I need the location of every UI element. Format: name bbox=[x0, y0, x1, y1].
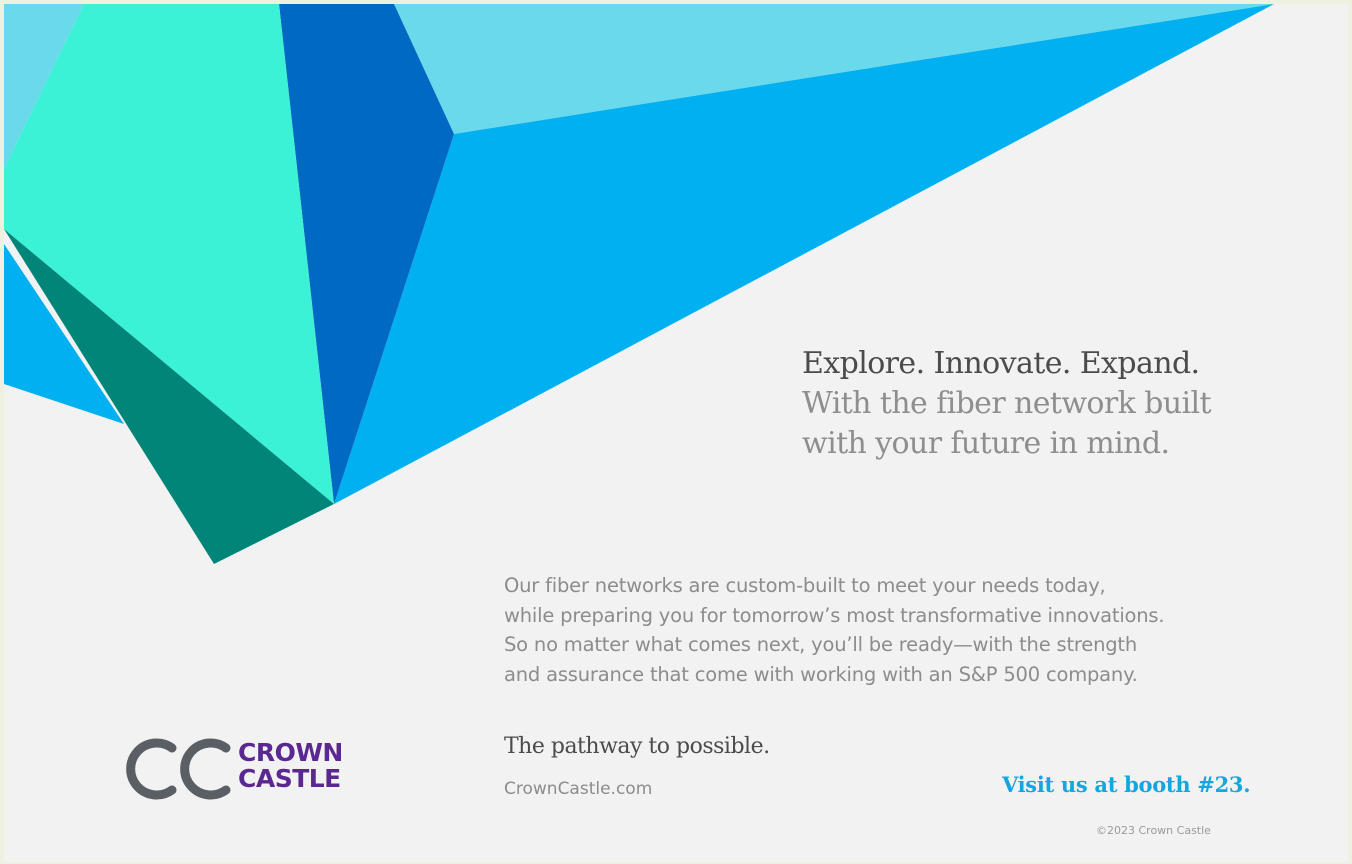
headline: Explore. Innovate. Expand. With the fibe… bbox=[802, 344, 1322, 464]
booth-callout: Visit us at booth #23. bbox=[1002, 772, 1251, 797]
tagline: The pathway to possible. bbox=[504, 734, 770, 759]
logo-wordmark: CROWN CASTLE bbox=[238, 740, 343, 792]
crown-castle-cc-mark-icon bbox=[126, 738, 231, 800]
body-copy-line: Our fiber networks are custom-built to m… bbox=[504, 574, 1106, 597]
body-copy-line: So no matter what comes next, you’ll be … bbox=[504, 633, 1138, 656]
advertisement: Explore. Innovate. Expand. With the fibe… bbox=[4, 4, 1348, 862]
body-copy: Our fiber networks are custom-built to m… bbox=[504, 571, 1304, 689]
logo-line-1: CROWN bbox=[238, 738, 343, 767]
crown-castle-logo: CROWN CASTLE bbox=[120, 734, 360, 804]
headline-line-1: Explore. Innovate. Expand. bbox=[802, 346, 1200, 381]
headline-line-2: With the fiber network built bbox=[802, 386, 1212, 421]
website-link[interactable]: CrownCastle.com bbox=[504, 779, 652, 799]
body-copy-line: and assurance that come with working wit… bbox=[504, 662, 1138, 686]
headline-line-3: with your future in mind. bbox=[802, 426, 1170, 461]
copyright-notice: ©2023 Crown Castle bbox=[1096, 824, 1211, 837]
body-copy-line: while preparing you for tomorrow’s most … bbox=[504, 603, 1165, 627]
logo-line-2: CASTLE bbox=[238, 764, 341, 793]
